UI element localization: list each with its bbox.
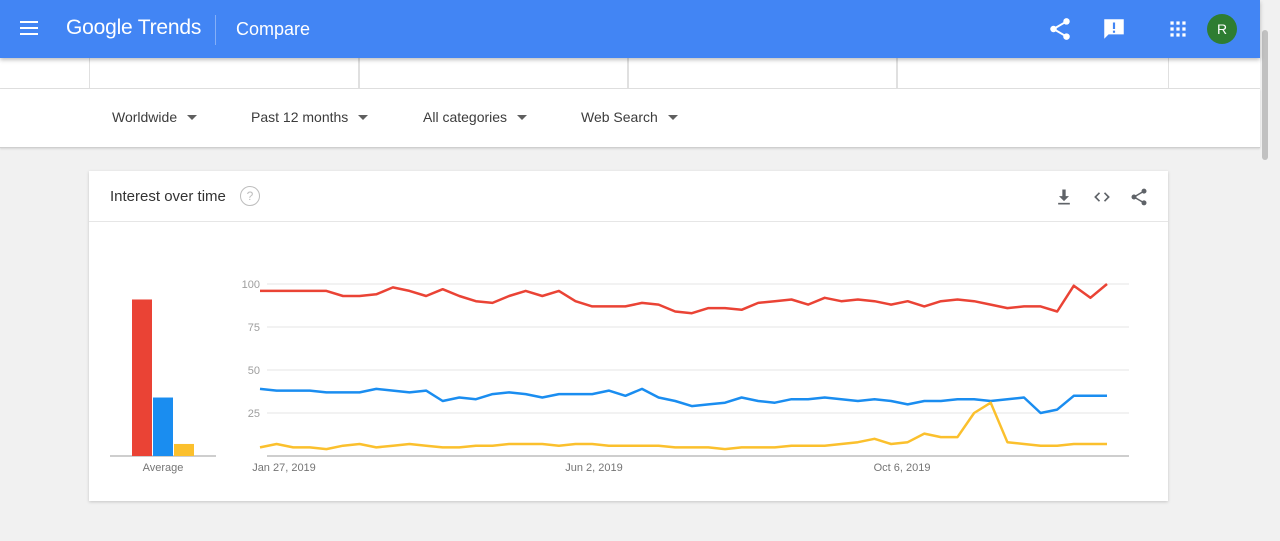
card-title: Interest over time: [110, 188, 226, 205]
search-term-1[interactable]: [89, 58, 360, 88]
search-term-2[interactable]: [358, 58, 629, 88]
share-icon[interactable]: [1047, 16, 1073, 42]
chevron-down-icon: [517, 114, 528, 120]
x-tick-label: Jun 2, 2019: [565, 462, 623, 474]
appbar-divider: [215, 15, 216, 45]
apps-grid-icon[interactable]: [1165, 16, 1191, 42]
embed-code-icon[interactable]: [1092, 187, 1112, 207]
card-header: Interest over time ?: [89, 171, 1168, 222]
average-bar-2: [153, 397, 173, 456]
category-dropdown[interactable]: All categories: [423, 109, 528, 125]
average-label: Average: [143, 462, 184, 474]
logo-text: Google Trends: [66, 16, 202, 39]
x-tick-label: Oct 6, 2019: [874, 462, 931, 474]
x-tick-label: Jan 27, 2019: [252, 462, 316, 474]
average-bar-1: [132, 299, 152, 456]
y-tick-label: 100: [242, 279, 260, 291]
chevron-down-icon: [187, 114, 198, 120]
interest-over-time-chart: 100 75 50 25 Jan 27, 2019 Jun 2, 2019 Oct 6, 2…: [110, 279, 1129, 474]
share-icon[interactable]: [1129, 187, 1149, 207]
y-tick-label: 75: [248, 322, 260, 334]
download-icon[interactable]: [1054, 187, 1074, 207]
series-line-3: [259, 401, 1107, 451]
search-term-4[interactable]: [896, 58, 1169, 88]
category-label: All categories: [423, 109, 508, 125]
feedback-icon[interactable]: [1101, 16, 1127, 42]
menu-icon[interactable]: [20, 21, 38, 35]
google-trends-logo[interactable]: Google Trends: [66, 16, 201, 40]
scrollbar-thumb[interactable]: [1262, 30, 1268, 160]
time-range-label: Past 12 months: [251, 109, 349, 125]
search-type-dropdown[interactable]: Web Search: [581, 109, 678, 125]
filter-bar: Worldwide Past 12 months All categories …: [0, 89, 1260, 148]
y-tick-label: 50: [248, 365, 260, 377]
avatar[interactable]: R: [1207, 14, 1237, 44]
chevron-down-icon: [358, 114, 369, 120]
help-icon[interactable]: ?: [240, 186, 260, 206]
chevron-down-icon: [667, 114, 678, 120]
search-term-3[interactable]: [627, 58, 898, 88]
series-line-1: [260, 283, 1108, 315]
page-title: Compare: [236, 19, 311, 39]
time-range-dropdown[interactable]: Past 12 months: [251, 109, 369, 125]
region-dropdown[interactable]: Worldwide: [112, 109, 198, 125]
top-app-bar: Google Trends Compare R: [0, 0, 1260, 58]
average-bar-3: [174, 443, 194, 456]
region-label: Worldwide: [112, 109, 178, 125]
y-tick-label: 25: [248, 408, 260, 420]
search-terms-strip: [0, 58, 1260, 89]
interest-over-time-card: Interest over time ? 100 75 50 25 Jan 27, 20…: [89, 171, 1168, 501]
search-type-label: Web Search: [581, 109, 658, 125]
